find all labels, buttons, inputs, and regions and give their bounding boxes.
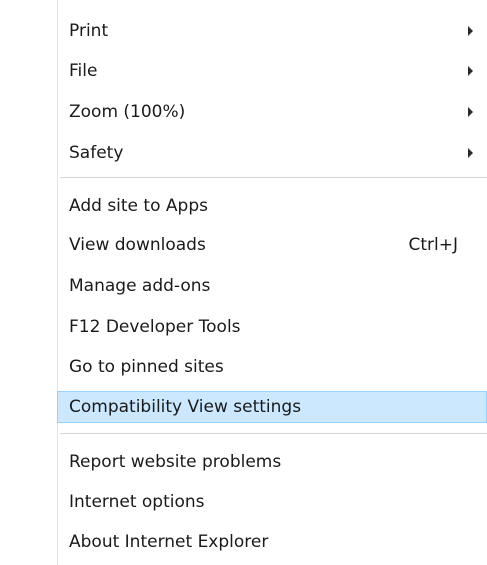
menu-item-view-downloads[interactable]: View downloads Ctrl+J <box>58 229 486 261</box>
menu-item-label: Zoom (100%) <box>69 102 186 122</box>
menu-item-label: Manage add-ons <box>69 276 211 296</box>
menu-item-safety[interactable]: Safety <box>58 137 486 169</box>
menu-item-label: File <box>69 61 98 81</box>
menu-separator <box>60 177 487 178</box>
menu-item-compatibility-view-settings[interactable]: Compatibility View settings <box>57 391 487 423</box>
menu-item-label: View downloads <box>69 235 206 255</box>
menu-item-label: Go to pinned sites <box>69 357 224 377</box>
menu-separator <box>60 433 487 434</box>
menu-item-label: Compatibility View settings <box>69 397 302 417</box>
menu-item-go-to-pinned-sites[interactable]: Go to pinned sites <box>58 351 486 383</box>
menu-item-manage-add-ons[interactable]: Manage add-ons <box>58 270 486 302</box>
menu-item-label: Add site to Apps <box>69 196 208 216</box>
menu-item-label: F12 Developer Tools <box>69 317 241 337</box>
menu-item-label: Print <box>69 21 109 41</box>
menu-item-label: About Internet Explorer <box>69 532 269 552</box>
submenu-arrow-icon <box>468 107 473 117</box>
menu-item-about-internet-explorer[interactable]: About Internet Explorer <box>58 526 486 558</box>
menu-item-shortcut: Ctrl+J <box>408 235 458 255</box>
submenu-arrow-icon <box>468 26 473 36</box>
menu-item-label: Report website problems <box>69 452 282 472</box>
menu-item-label: Internet options <box>69 492 205 512</box>
menu-item-file[interactable]: File <box>58 55 486 87</box>
menu-item-f12-developer-tools[interactable]: F12 Developer Tools <box>58 311 486 343</box>
menu-item-report-website-problems[interactable]: Report website problems <box>58 446 486 478</box>
menu-item-label: Safety <box>69 143 124 163</box>
menu-item-add-site-to-apps[interactable]: Add site to Apps <box>58 190 486 222</box>
menu-item-zoom[interactable]: Zoom (100%) <box>58 96 486 128</box>
submenu-arrow-icon <box>468 66 473 76</box>
tools-context-menu: Print File Zoom (100%) Safety Add site t… <box>0 0 487 565</box>
menu-item-internet-options[interactable]: Internet options <box>58 486 486 518</box>
menu-item-print[interactable]: Print <box>58 15 486 47</box>
submenu-arrow-icon <box>468 148 473 158</box>
